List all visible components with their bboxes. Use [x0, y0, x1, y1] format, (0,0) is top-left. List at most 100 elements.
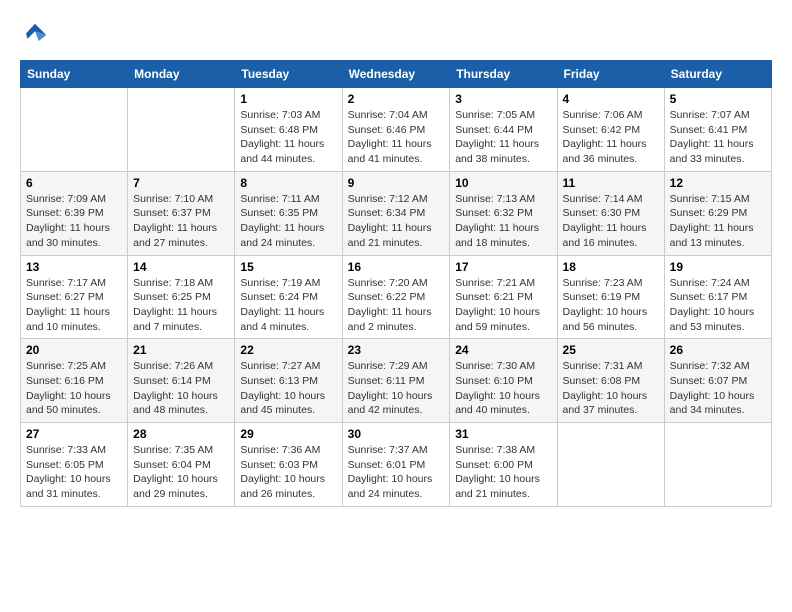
weekday-header: Saturday — [664, 61, 771, 88]
day-info: Sunrise: 7:32 AM Sunset: 6:07 PM Dayligh… — [670, 359, 766, 418]
day-number: 26 — [670, 343, 766, 357]
page-header — [20, 20, 772, 50]
day-info: Sunrise: 7:06 AM Sunset: 6:42 PM Dayligh… — [563, 108, 659, 167]
calendar-week-row: 1 Sunrise: 7:03 AM Sunset: 6:48 PM Daylig… — [21, 88, 772, 172]
day-number: 19 — [670, 260, 766, 274]
calendar-table: SundayMondayTuesdayWednesdayThursdayFrid… — [20, 60, 772, 507]
day-info: Sunrise: 7:38 AM Sunset: 6:00 PM Dayligh… — [455, 443, 551, 502]
calendar-cell — [557, 423, 664, 507]
calendar-cell: 12Sunrise: 7:15 AM Sunset: 6:29 PM Dayli… — [664, 171, 771, 255]
calendar-cell: 30 Sunrise: 7:37 AM Sunset: 6:01 PM Dayli… — [342, 423, 450, 507]
day-number: 18 — [563, 260, 659, 274]
weekday-header: Tuesday — [235, 61, 342, 88]
day-number: 2 — [348, 92, 445, 106]
day-info: Sunrise: 7:11 AM Sunset: 6:35 PM Dayligh… — [240, 192, 336, 251]
calendar-cell: 4Sunrise: 7:06 AM Sunset: 6:42 PM Daylig… — [557, 88, 664, 172]
day-number: 15 — [240, 260, 336, 274]
day-info: Sunrise: 7:03 AM Sunset: 6:48 PM Dayligh… — [240, 108, 336, 167]
day-number: 3 — [455, 92, 551, 106]
day-info: Sunrise: 7:30 AM Sunset: 6:10 PM Dayligh… — [455, 359, 551, 418]
day-info: Sunrise: 7:35 AM Sunset: 6:04 PM Dayligh… — [133, 443, 229, 502]
day-number: 29 — [240, 427, 336, 441]
calendar-cell: 8 Sunrise: 7:11 AM Sunset: 6:35 PM Daylig… — [235, 171, 342, 255]
day-number: 23 — [348, 343, 445, 357]
calendar-cell: 23 Sunrise: 7:29 AM Sunset: 6:11 PM Dayli… — [342, 339, 450, 423]
calendar-cell: 16 Sunrise: 7:20 AM Sunset: 6:22 PM Dayli… — [342, 255, 450, 339]
logo — [20, 20, 54, 50]
weekday-header: Thursday — [450, 61, 557, 88]
day-info: Sunrise: 7:20 AM Sunset: 6:22 PM Dayligh… — [348, 276, 445, 335]
day-info: Sunrise: 7:26 AM Sunset: 6:14 PM Dayligh… — [133, 359, 229, 418]
calendar-cell: 27Sunrise: 7:33 AM Sunset: 6:05 PM Dayli… — [21, 423, 128, 507]
day-number: 27 — [26, 427, 122, 441]
calendar-cell: 26 Sunrise: 7:32 AM Sunset: 6:07 PM Dayli… — [664, 339, 771, 423]
day-number: 10 — [455, 176, 551, 190]
calendar-week-row: 6 Sunrise: 7:09 AM Sunset: 6:39 PM Daylig… — [21, 171, 772, 255]
weekday-header: Friday — [557, 61, 664, 88]
calendar-cell: 14Sunrise: 7:18 AM Sunset: 6:25 PM Dayli… — [128, 255, 235, 339]
calendar-cell: 22 Sunrise: 7:27 AM Sunset: 6:13 PM Dayli… — [235, 339, 342, 423]
day-info: Sunrise: 7:36 AM Sunset: 6:03 PM Dayligh… — [240, 443, 336, 502]
day-number: 21 — [133, 343, 229, 357]
day-info: Sunrise: 7:17 AM Sunset: 6:27 PM Dayligh… — [26, 276, 122, 335]
day-info: Sunrise: 7:24 AM Sunset: 6:17 PM Dayligh… — [670, 276, 766, 335]
calendar-cell: 20 Sunrise: 7:25 AM Sunset: 6:16 PM Dayli… — [21, 339, 128, 423]
day-info: Sunrise: 7:09 AM Sunset: 6:39 PM Dayligh… — [26, 192, 122, 251]
calendar-cell: 24 Sunrise: 7:30 AM Sunset: 6:10 PM Dayli… — [450, 339, 557, 423]
day-info: Sunrise: 7:31 AM Sunset: 6:08 PM Dayligh… — [563, 359, 659, 418]
day-number: 8 — [240, 176, 336, 190]
day-number: 1 — [240, 92, 336, 106]
calendar-cell: 19 Sunrise: 7:24 AM Sunset: 6:17 PM Dayli… — [664, 255, 771, 339]
calendar-cell: 15Sunrise: 7:19 AM Sunset: 6:24 PM Dayli… — [235, 255, 342, 339]
calendar-cell: 21 Sunrise: 7:26 AM Sunset: 6:14 PM Dayli… — [128, 339, 235, 423]
day-info: Sunrise: 7:37 AM Sunset: 6:01 PM Dayligh… — [348, 443, 445, 502]
calendar-cell — [21, 88, 128, 172]
day-number: 30 — [348, 427, 445, 441]
calendar-cell: 28 Sunrise: 7:35 AM Sunset: 6:04 PM Dayli… — [128, 423, 235, 507]
calendar-cell: 5 Sunrise: 7:07 AM Sunset: 6:41 PM Daylig… — [664, 88, 771, 172]
weekday-header: Sunday — [21, 61, 128, 88]
logo-icon — [20, 20, 50, 50]
day-info: Sunrise: 7:05 AM Sunset: 6:44 PM Dayligh… — [455, 108, 551, 167]
calendar-cell: 6 Sunrise: 7:09 AM Sunset: 6:39 PM Daylig… — [21, 171, 128, 255]
day-info: Sunrise: 7:10 AM Sunset: 6:37 PM Dayligh… — [133, 192, 229, 251]
calendar-header-row: SundayMondayTuesdayWednesdayThursdayFrid… — [21, 61, 772, 88]
day-number: 28 — [133, 427, 229, 441]
day-number: 11 — [563, 176, 659, 190]
day-info: Sunrise: 7:07 AM Sunset: 6:41 PM Dayligh… — [670, 108, 766, 167]
calendar-cell: 3 Sunrise: 7:05 AM Sunset: 6:44 PM Daylig… — [450, 88, 557, 172]
day-number: 31 — [455, 427, 551, 441]
day-number: 24 — [455, 343, 551, 357]
calendar-cell: 13 Sunrise: 7:17 AM Sunset: 6:27 PM Dayli… — [21, 255, 128, 339]
calendar-cell: 25 Sunrise: 7:31 AM Sunset: 6:08 PM Dayli… — [557, 339, 664, 423]
weekday-header: Monday — [128, 61, 235, 88]
day-info: Sunrise: 7:29 AM Sunset: 6:11 PM Dayligh… — [348, 359, 445, 418]
calendar-cell: 29 Sunrise: 7:36 AM Sunset: 6:03 PM Dayli… — [235, 423, 342, 507]
calendar-cell: 10 Sunrise: 7:13 AM Sunset: 6:32 PM Dayli… — [450, 171, 557, 255]
day-number: 16 — [348, 260, 445, 274]
day-number: 22 — [240, 343, 336, 357]
day-info: Sunrise: 7:21 AM Sunset: 6:21 PM Dayligh… — [455, 276, 551, 335]
day-number: 7 — [133, 176, 229, 190]
day-number: 6 — [26, 176, 122, 190]
day-number: 17 — [455, 260, 551, 274]
calendar-cell — [128, 88, 235, 172]
day-info: Sunrise: 7:25 AM Sunset: 6:16 PM Dayligh… — [26, 359, 122, 418]
calendar-week-row: 13 Sunrise: 7:17 AM Sunset: 6:27 PM Dayli… — [21, 255, 772, 339]
day-info: Sunrise: 7:04 AM Sunset: 6:46 PM Dayligh… — [348, 108, 445, 167]
calendar-cell: 11Sunrise: 7:14 AM Sunset: 6:30 PM Dayli… — [557, 171, 664, 255]
day-info: Sunrise: 7:23 AM Sunset: 6:19 PM Dayligh… — [563, 276, 659, 335]
calendar-cell: 31 Sunrise: 7:38 AM Sunset: 6:00 PM Dayli… — [450, 423, 557, 507]
day-number: 9 — [348, 176, 445, 190]
day-number: 25 — [563, 343, 659, 357]
calendar-cell — [664, 423, 771, 507]
day-info: Sunrise: 7:13 AM Sunset: 6:32 PM Dayligh… — [455, 192, 551, 251]
day-info: Sunrise: 7:12 AM Sunset: 6:34 PM Dayligh… — [348, 192, 445, 251]
day-number: 13 — [26, 260, 122, 274]
calendar-cell: 17 Sunrise: 7:21 AM Sunset: 6:21 PM Dayli… — [450, 255, 557, 339]
day-info: Sunrise: 7:15 AM Sunset: 6:29 PM Dayligh… — [670, 192, 766, 251]
day-number: 5 — [670, 92, 766, 106]
day-info: Sunrise: 7:27 AM Sunset: 6:13 PM Dayligh… — [240, 359, 336, 418]
weekday-header: Wednesday — [342, 61, 450, 88]
day-number: 20 — [26, 343, 122, 357]
